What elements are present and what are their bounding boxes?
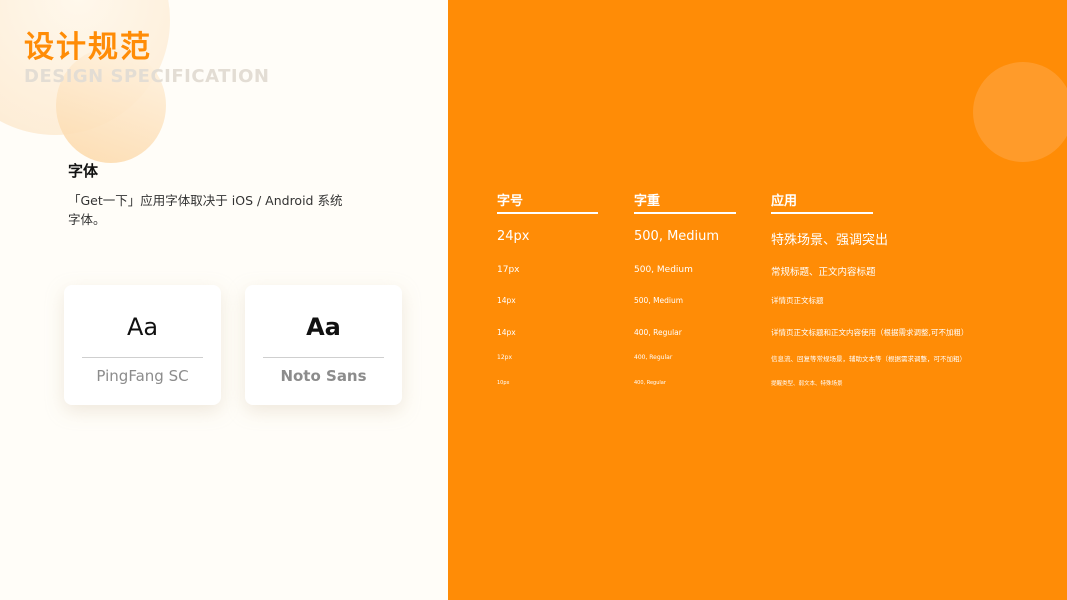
table-header-weight: 字重 bbox=[634, 194, 661, 209]
table-cell-size: 24px bbox=[497, 229, 530, 244]
font-sample: Aa bbox=[306, 313, 341, 341]
table-cell-weight: 500, Medium bbox=[634, 265, 693, 275]
table-cell-usage: 详情页正文标题 bbox=[771, 296, 824, 305]
table-cell-size: 14px bbox=[497, 328, 516, 337]
font-card-noto: Aa Noto Sans bbox=[245, 285, 402, 405]
table-header-usage: 应用 bbox=[771, 194, 798, 209]
section-heading: 字体 bbox=[68, 162, 99, 180]
table-cell-usage: 信息流、回复等常规场景，辅助文本等（根据需求调整，可不加粗） bbox=[771, 355, 966, 363]
table-header-size: 字号 bbox=[497, 194, 524, 209]
section-description: 「Get一下」应用字体取决于 iOS / Android 系统字体。 bbox=[68, 193, 343, 227]
font-name: PingFang SC bbox=[96, 367, 189, 385]
table-cell-weight: 500, Medium bbox=[634, 229, 720, 244]
table-cell-usage: 提醒类型、弱文本、特殊场景 bbox=[771, 381, 843, 387]
page-subtitle: DESIGN SPECIFICATION bbox=[24, 66, 270, 87]
table-cell-usage: 特殊场景、强调突出 bbox=[771, 233, 889, 248]
table-cell-size: 10px bbox=[497, 380, 510, 386]
table-header-underline bbox=[771, 212, 873, 214]
table-cell-size: 12px bbox=[497, 354, 512, 361]
card-divider bbox=[82, 357, 203, 358]
table-cell-weight: 400, Regular bbox=[634, 380, 666, 386]
table-cell-weight: 400, Regular bbox=[634, 354, 673, 361]
page-title: 设计规范 bbox=[24, 30, 152, 65]
table-header-underline bbox=[634, 212, 736, 214]
left-panel: 设计规范 DESIGN SPECIFICATION 字体 「Get一下」应用字体… bbox=[0, 0, 448, 600]
right-panel: 字号 字重 应用 24px 500, Medium 特殊场景、强调突出 17px… bbox=[448, 0, 1067, 600]
decorative-circle bbox=[973, 62, 1067, 162]
table-header-underline bbox=[497, 212, 598, 214]
font-name: Noto Sans bbox=[280, 367, 367, 385]
table-cell-usage: 详情页正文标题和正文内容使用（根据需求调整,可不加粗） bbox=[771, 328, 969, 337]
table-cell-size: 17px bbox=[497, 265, 520, 275]
font-sample: Aa bbox=[126, 313, 159, 341]
table-cell-usage: 常规标题、正文内容标题 bbox=[771, 267, 876, 278]
table-cell-weight: 500, Medium bbox=[634, 296, 684, 305]
table-cell-weight: 400, Regular bbox=[634, 328, 682, 337]
font-card-pingfang: Aa PingFang SC bbox=[64, 285, 221, 405]
card-divider bbox=[263, 357, 384, 358]
table-cell-size: 14px bbox=[497, 296, 516, 305]
